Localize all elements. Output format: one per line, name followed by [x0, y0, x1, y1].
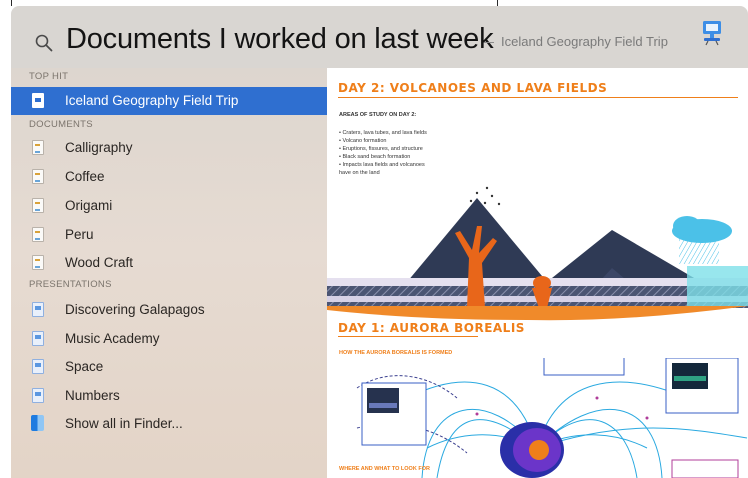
suggestion-dash: [484, 42, 494, 43]
result-item-label: Numbers: [65, 388, 120, 403]
result-item-label: Peru: [65, 227, 94, 242]
result-item-document[interactable]: Peru: [11, 221, 327, 249]
volcano-illustration: [327, 186, 748, 308]
section-header-presentations: PRESENTATIONS: [29, 279, 112, 290]
result-item-document[interactable]: Origami: [11, 192, 327, 220]
result-item-presentation[interactable]: Discovering Galapagos: [11, 296, 327, 324]
result-item-label: Iceland Geography Field Trip: [65, 93, 239, 108]
result-item-label: Discovering Galapagos: [65, 302, 205, 317]
aurora-bottom-subheading: WHERE AND WHAT TO LOOK FOR: [339, 466, 430, 472]
result-item-label: Wood Craft: [65, 255, 134, 270]
result-item-label: Space: [65, 359, 104, 374]
result-item-presentation[interactable]: Music Academy: [11, 325, 327, 353]
preview-section-title-day1: DAY 1: AURORA BOREALIS: [338, 321, 525, 335]
pages-document-icon: [32, 227, 44, 242]
results-sidebar: TOP HIT Iceland Geography Field Trip DOC…: [11, 68, 327, 478]
document-preview: DAY 2: VOLCANOES AND LAVA FIELDS AREAS O…: [327, 68, 748, 478]
pages-document-icon: [32, 93, 44, 108]
pages-document-icon: [32, 255, 44, 270]
show-all-in-finder-link[interactable]: Show all in Finder...: [11, 410, 327, 438]
search-suggestion: Iceland Geography Field Trip: [501, 34, 668, 49]
section-header-documents: DOCUMENTS: [29, 119, 93, 130]
pages-document-icon: [32, 140, 44, 155]
aurora-subheading: HOW THE AURORA BOREALIS IS FORMED: [339, 350, 453, 356]
show-all-label: Show all in Finder...: [65, 416, 183, 431]
title-rule: [338, 336, 478, 337]
keynote-document-icon: [32, 388, 44, 403]
callout-line-left: [11, 0, 12, 6]
result-item-document[interactable]: Calligraphy: [11, 134, 327, 162]
preview-section-title-day2: DAY 2: VOLCANOES AND LAVA FIELDS: [338, 81, 608, 95]
result-item-label: Origami: [65, 198, 113, 213]
lava-field-illustration: [327, 306, 748, 321]
title-rule: [338, 97, 738, 98]
study-heading: AREAS OF STUDY ON DAY 2:: [339, 112, 417, 118]
keynote-document-icon: [32, 302, 44, 317]
pages-document-icon: [32, 169, 44, 184]
result-item-document[interactable]: Wood Craft: [11, 249, 327, 277]
keynote-document-icon: [32, 359, 44, 374]
keynote-document-icon: [32, 331, 44, 346]
result-item-label: Music Academy: [65, 331, 160, 346]
search-icon: [35, 34, 53, 52]
aurora-illustration: [356, 358, 748, 478]
spotlight-search-bar[interactable]: Documents I worked on last week Iceland …: [11, 6, 748, 68]
finder-icon: [31, 415, 44, 431]
result-item-document[interactable]: Coffee: [11, 163, 327, 191]
result-item-presentation[interactable]: Numbers: [11, 382, 327, 410]
search-query[interactable]: Documents I worked on last week: [66, 23, 494, 56]
result-item-label: Calligraphy: [65, 140, 133, 155]
pages-document-icon: [32, 198, 44, 213]
section-header-top-hit: TOP HIT: [29, 71, 69, 82]
result-item-top-hit[interactable]: Iceland Geography Field Trip: [11, 87, 327, 115]
result-item-label: Coffee: [65, 169, 105, 184]
study-item: • Craters, lava tubes, and lava fields: [339, 130, 427, 136]
keynote-app-icon: [703, 21, 721, 46]
result-item-presentation[interactable]: Space: [11, 353, 327, 381]
